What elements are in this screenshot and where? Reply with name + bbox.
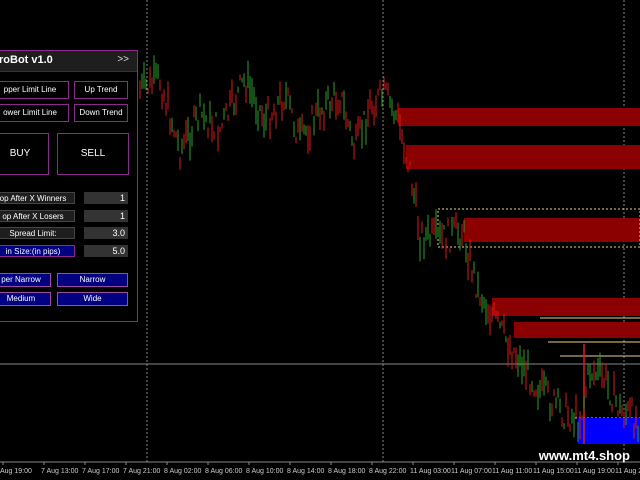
x-axis-label: 8 Aug 18:00 <box>328 468 365 475</box>
wide-button[interactable]: Wide <box>57 292 128 306</box>
x-axis-label: 8 Aug 10:00 <box>246 468 283 475</box>
narrow-button[interactable]: Narrow <box>57 273 128 287</box>
stop-after-losers-label: op After X Losers <box>0 210 75 222</box>
panel-toggle-button[interactable]: >> <box>117 54 129 65</box>
buy-button[interactable]: BUY <box>0 133 49 175</box>
down-trend-button[interactable]: Down Trend <box>74 104 128 122</box>
supply-zone <box>492 298 640 316</box>
demand-zone <box>578 418 640 444</box>
spread-limit-label: Spread Limit: <box>0 227 75 239</box>
x-axis-label: 8 Aug 14:00 <box>287 468 324 475</box>
panel-header[interactable]: roBot v1.0 >> <box>0 51 137 72</box>
supply-zone <box>464 218 640 242</box>
x-axis-label: 11 Aug 19:00 <box>574 468 615 475</box>
upper-limit-line-button[interactable]: pper Limit Line <box>0 81 69 99</box>
lower-limit-line-button[interactable]: ower Limit Line <box>0 104 69 122</box>
x-axis-label: 7 Aug 17:00 <box>82 468 119 475</box>
supply-zone <box>406 145 640 169</box>
x-axis-label: Aug 19:00 <box>0 468 32 475</box>
watermark: www.mt4.shop <box>538 448 630 463</box>
stop-after-winners-label: op After X Winners <box>0 192 75 204</box>
x-axis-label: 8 Aug 06:00 <box>205 468 242 475</box>
x-axis-label: 11 Aug 07:00 <box>451 468 492 475</box>
min-size-input[interactable]: 5.0 <box>84 245 128 257</box>
stop-after-winners-input[interactable]: 1 <box>84 192 128 204</box>
x-axis-label: 7 Aug 13:00 <box>41 468 78 475</box>
x-axis-label: 11 Aug 15:00 <box>533 468 574 475</box>
x-axis-label: 7 Aug 21:00 <box>123 468 160 475</box>
x-axis-label: 11 Aug 11:00 <box>492 468 532 475</box>
trading-panel: roBot v1.0 >> pper Limit Line Up Trend o… <box>0 50 138 322</box>
x-axis-label: 11 Aug 03:00 <box>410 468 451 475</box>
x-axis-label: 8 Aug 22:00 <box>369 468 406 475</box>
stop-after-losers-input[interactable]: 1 <box>84 210 128 222</box>
spread-limit-input[interactable]: 3.0 <box>84 227 128 239</box>
supply-zone <box>398 108 640 126</box>
medium-button[interactable]: Medium <box>0 292 51 306</box>
x-axis-labels: Aug 19:00 7 Aug 13:00 7 Aug 17:00 7 Aug 21:… <box>0 462 640 475</box>
supply-zone <box>514 322 640 338</box>
x-axis-label: 8 Aug 02:00 <box>164 468 201 475</box>
panel-title: roBot v1.0 <box>0 54 53 66</box>
up-trend-button[interactable]: Up Trend <box>74 81 128 99</box>
sell-button[interactable]: SELL <box>57 133 129 175</box>
upper-narrow-button[interactable]: per Narrow <box>0 273 51 287</box>
min-size-label: in Size:(in pips) <box>0 245 75 257</box>
x-axis-label: 11 Aug 23: <box>615 468 640 475</box>
